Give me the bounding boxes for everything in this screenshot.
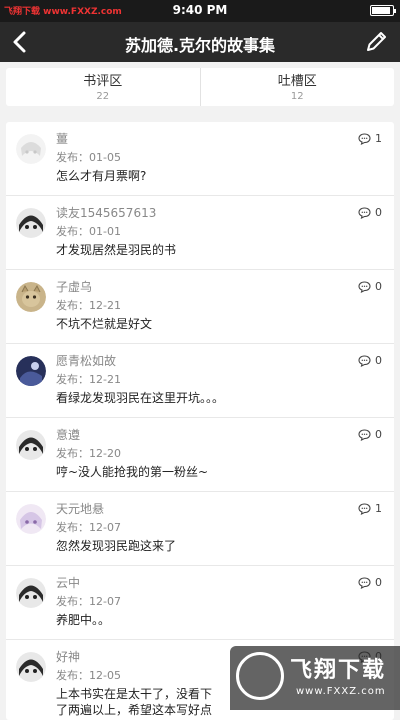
tab-label: 书评区 [83, 74, 123, 89]
post-date: 发布：12-21 [56, 299, 121, 312]
username[interactable]: 意遵 [56, 426, 80, 443]
reply-count: 0 [375, 428, 382, 441]
anime-girl-avatar-icon [16, 578, 46, 608]
post-date: 发布：12-20 [56, 447, 121, 460]
faded-anime-avatar-icon [16, 134, 46, 164]
tab-count: 12 [290, 91, 304, 102]
anime-character-avatar-icon [16, 504, 46, 534]
tab-count: 22 [96, 91, 110, 102]
list-item[interactable]: 天元地悬 发布：12-07 忽然发现羽民跑这来了 1 [6, 492, 394, 566]
speech-bubble-icon [358, 132, 371, 145]
comment-text: 才发现居然是羽民的书 [56, 243, 177, 257]
comment-text: 看绿龙发现羽民在这里开坑。。。 [56, 391, 225, 405]
page-title: 苏加德.克尔的故事集 [124, 36, 276, 55]
post-date: 发布：01-05 [56, 151, 121, 164]
list-item[interactable]: 意遵 发布：12-20 哼~没人能抢我的第一粉丝~ 0 [6, 418, 394, 492]
reply-count-button[interactable]: 1 [358, 132, 382, 145]
reply-count: 0 [375, 354, 382, 367]
site-watermark: 飞翔下载 www.FXXZ.com [230, 646, 400, 710]
comment-text: 不坑不烂就是好文 [56, 317, 153, 331]
list-item[interactable]: 薑 发布：01-05 怎么才有月票啊? 1 [6, 122, 394, 196]
speech-bubble-icon [358, 576, 371, 589]
reply-count-button[interactable]: 1 [358, 502, 382, 515]
username[interactable]: 薑 [56, 130, 68, 147]
avatar [16, 134, 46, 164]
username[interactable]: 云中 [56, 574, 80, 591]
username[interactable]: 好神 [56, 648, 80, 665]
username[interactable]: 愿青松如故 [56, 352, 116, 369]
post-date: 发布：12-21 [56, 373, 121, 386]
comment-text: 哼~没人能抢我的第一粉丝~ [56, 465, 209, 479]
speech-bubble-icon [358, 206, 371, 219]
comment-list: 薑 发布：01-05 怎么才有月票啊? 1 读友1545657613 发布：01… [6, 122, 394, 720]
list-item[interactable]: 子虚乌 发布：12-21 不坑不烂就是好文 0 [6, 270, 394, 344]
list-item[interactable]: 愿青松如故 发布：12-21 看绿龙发现羽民在这里开坑。。。 0 [6, 344, 394, 418]
anime-girl-avatar-icon [16, 430, 46, 460]
anime-girl-avatar-icon [16, 208, 46, 238]
cat-avatar-icon [16, 282, 46, 312]
tab-rant[interactable]: 吐槽区 12 [199, 68, 395, 106]
speech-bubble-icon [358, 428, 371, 441]
username[interactable]: 读友1545657613 [56, 204, 156, 221]
battery-level [372, 7, 390, 14]
pencil-icon [367, 32, 386, 51]
anime-girl-avatar-icon [16, 652, 46, 682]
post-date: 发布：12-07 [56, 595, 121, 608]
reply-count: 0 [375, 576, 382, 589]
reply-count-button[interactable]: 0 [358, 576, 382, 589]
reply-count: 0 [375, 206, 382, 219]
post-date: 发布：12-07 [56, 521, 121, 534]
reply-count-button[interactable]: 0 [358, 428, 382, 441]
nav-bar: 苏加德.克尔的故事集 [0, 22, 400, 62]
comment-text: 上本书实在是太干了，没看下 [56, 687, 213, 701]
watermark-logo-icon [236, 652, 284, 700]
tab-label: 吐槽区 [277, 74, 317, 89]
tab-book-review[interactable]: 书评区 22 [6, 68, 200, 106]
avatar [16, 652, 46, 682]
avatar [16, 356, 46, 386]
tab-bar: 书评区 22 吐槽区 12 [6, 68, 394, 106]
comment-text: 忽然发现羽民跑这来了 [56, 539, 177, 553]
watermark-url: www.FXXZ.com [296, 686, 386, 697]
reply-count-button[interactable]: 0 [358, 354, 382, 367]
speech-bubble-icon [358, 502, 371, 515]
list-item[interactable]: 云中 发布：12-07 养肥中。。 0 [6, 566, 394, 640]
status-time: 9:40 PM [172, 3, 228, 17]
avatar [16, 504, 46, 534]
comment-text: 养肥中。。 [56, 613, 111, 627]
avatar [16, 578, 46, 608]
reply-count: 1 [375, 502, 382, 515]
status-bar: 飞翔下载 www.FXXZ.com 9:40 PM [0, 0, 400, 22]
reply-count: 0 [375, 280, 382, 293]
dark-scene-avatar-icon [16, 356, 46, 386]
speech-bubble-icon [358, 354, 371, 367]
username[interactable]: 天元地悬 [56, 500, 104, 517]
speech-bubble-icon [358, 280, 371, 293]
post-date: 发布：12-05 [56, 669, 121, 682]
username[interactable]: 子虚乌 [56, 278, 92, 295]
post-date: 发布：01-01 [56, 225, 121, 238]
avatar [16, 430, 46, 460]
reply-count-button[interactable]: 0 [358, 280, 382, 293]
battery-icon [370, 5, 396, 16]
reply-count: 1 [375, 132, 382, 145]
watermark-brand: 飞翔下载 [290, 658, 387, 683]
avatar [16, 282, 46, 312]
comment-text: 怎么才有月票啊? [56, 169, 147, 183]
reply-count-button[interactable]: 0 [358, 206, 382, 219]
list-item[interactable]: 读友1545657613 发布：01-01 才发现居然是羽民的书 0 [6, 196, 394, 270]
avatar [16, 208, 46, 238]
edit-button[interactable] [362, 28, 390, 56]
